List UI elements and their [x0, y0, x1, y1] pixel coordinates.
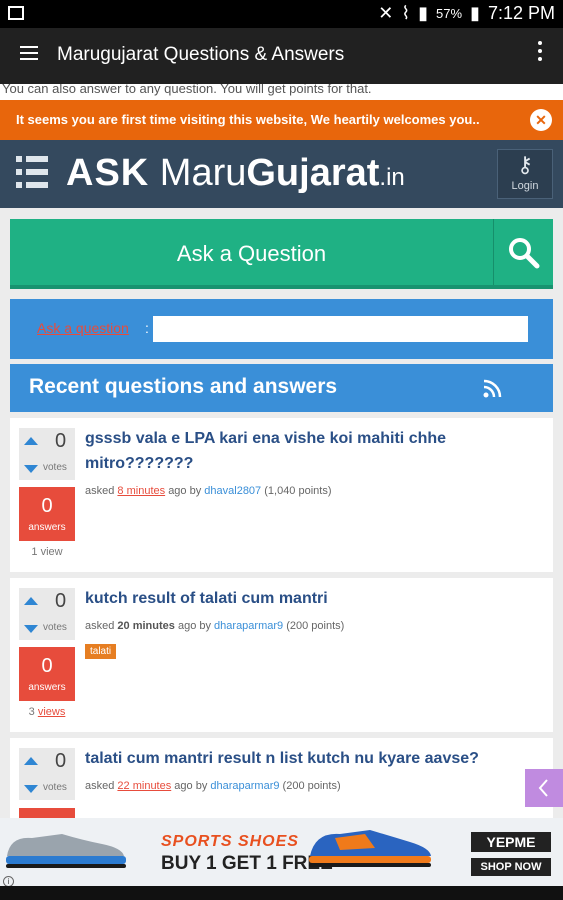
- login-label: Login: [511, 180, 539, 192]
- app-bar: Marugujarat Questions & Answers: [0, 28, 563, 84]
- rss-icon[interactable]: [483, 378, 503, 398]
- question-card: 0 votes 0 answers 3 views kutch result o…: [10, 578, 553, 732]
- question-time-link[interactable]: 8 minutes: [117, 485, 165, 497]
- question-tag[interactable]: talati: [85, 644, 117, 659]
- user-link[interactable]: dharaparmar9: [214, 620, 283, 632]
- votes-label: votes: [43, 782, 67, 793]
- ask-question-button[interactable]: Ask a Question: [10, 241, 493, 267]
- view-count: 3 views: [28, 706, 66, 718]
- ad-headline: SPORTS SHOES: [161, 833, 299, 850]
- signal-icon: ▮: [418, 3, 429, 23]
- question-meta: asked 8 minutes ago by dhaval2807 (1,040…: [85, 485, 332, 497]
- chevron-left-icon: [538, 779, 548, 797]
- answers-label: answers: [28, 682, 66, 693]
- vote-up-icon[interactable]: [24, 757, 38, 765]
- user-link[interactable]: dhaval2807: [204, 485, 261, 497]
- vote-down-icon[interactable]: [24, 785, 38, 793]
- question-meta: asked 22 minutes ago by dharaparmar9 (20…: [85, 780, 341, 792]
- vote-up-icon[interactable]: [24, 437, 38, 445]
- login-button[interactable]: ⚷ Login: [497, 149, 553, 199]
- vote-count: 0: [55, 750, 67, 772]
- side-drawer-tab[interactable]: [525, 769, 563, 807]
- vote-count: 0: [55, 590, 67, 612]
- vote-down-icon[interactable]: [24, 625, 38, 633]
- ask-question-bar: Ask a Question: [10, 219, 553, 289]
- vote-count: 0: [55, 430, 67, 452]
- battery-icon: ▮: [470, 3, 480, 23]
- mute-icon: ✕: [378, 3, 394, 23]
- answers-label: answers: [28, 522, 66, 533]
- view-count: 1 view: [31, 546, 63, 558]
- vote-up-icon[interactable]: [24, 597, 38, 605]
- question-time-link[interactable]: 22 minutes: [117, 780, 171, 792]
- close-banner-button[interactable]: ✕: [530, 109, 552, 131]
- notice-text: You can also answer to any question. You…: [0, 84, 563, 100]
- photo-notification-icon: [8, 6, 24, 20]
- question-title[interactable]: gsssb vala e LPA kari ena vishe koi mahi…: [85, 426, 540, 476]
- views-link[interactable]: views: [38, 706, 66, 718]
- site-logo[interactable]: ASK MaruGujarat.in: [66, 152, 405, 195]
- question-title[interactable]: kutch result of talati cum mantri: [85, 586, 540, 611]
- search-icon[interactable]: [504, 235, 544, 271]
- app-title: Marugujarat Questions & Answers: [57, 44, 345, 65]
- welcome-text: It seems you are first time visiting thi…: [16, 112, 480, 127]
- ad-info-icon[interactable]: i: [3, 876, 14, 886]
- question-meta: asked 20 minutes ago by dharaparmar9 (20…: [85, 620, 345, 632]
- system-nav-bar: [0, 886, 563, 900]
- recent-header: Recent questions and answers: [10, 364, 553, 412]
- question-card: 0 votes 0 answers 1 view gsssb vala e LP…: [10, 418, 553, 572]
- status-bar: ✕ ⌇ ▮ 57% ▮ 7:12 PM: [0, 0, 563, 28]
- vote-box: 0 votes: [19, 428, 75, 480]
- list-menu-icon[interactable]: [16, 156, 48, 188]
- answer-count-box: [19, 808, 75, 818]
- question-title[interactable]: talati cum mantri result n list kutch nu…: [85, 746, 540, 771]
- status-icons: ✕ ⌇ ▮ 57% ▮ 7:12 PM: [378, 3, 555, 24]
- votes-label: votes: [43, 462, 67, 473]
- vote-box: 0 votes: [19, 748, 75, 800]
- battery-percent: 57%: [436, 6, 463, 21]
- user-link[interactable]: dharaparmar9: [210, 780, 279, 792]
- welcome-banner: It seems you are first time visiting thi…: [0, 100, 563, 140]
- colon: :: [145, 320, 149, 336]
- shop-now-button[interactable]: SHOP NOW: [471, 858, 551, 876]
- answer-count: 0: [41, 655, 53, 677]
- sneaker-image: [309, 830, 431, 867]
- site-header: ASK MaruGujarat.in: [0, 140, 563, 208]
- ask-question-link[interactable]: Ask a question: [37, 320, 129, 336]
- clock: 7:12 PM: [487, 3, 555, 23]
- vote-down-icon[interactable]: [24, 465, 38, 473]
- sneaker-image: [6, 834, 126, 868]
- overflow-menu-icon[interactable]: [537, 41, 543, 67]
- answer-count-box: 0 answers: [19, 487, 75, 541]
- recent-title: Recent questions and answers: [29, 375, 338, 398]
- vote-box: 0 votes: [19, 588, 75, 640]
- search-input[interactable]: [153, 316, 528, 342]
- ad-brand-logo: YEPME: [471, 832, 551, 852]
- ad-banner[interactable]: SPORTS SHOES BUY 1 GET 1 FREE YEPME SHOP…: [0, 818, 563, 886]
- question-time: 20 minutes: [117, 620, 175, 632]
- answer-count-box: 0 answers: [19, 647, 75, 701]
- wifi-icon: ⌇: [401, 3, 411, 23]
- search-panel: Ask a question :: [10, 299, 553, 359]
- hamburger-menu-icon[interactable]: [20, 46, 38, 60]
- key-icon: ⚷: [516, 152, 534, 177]
- votes-label: votes: [43, 622, 67, 633]
- divider: [493, 219, 494, 285]
- answer-count: 0: [41, 495, 53, 517]
- question-card: 0 votes talati cum mantri result n list …: [10, 738, 553, 818]
